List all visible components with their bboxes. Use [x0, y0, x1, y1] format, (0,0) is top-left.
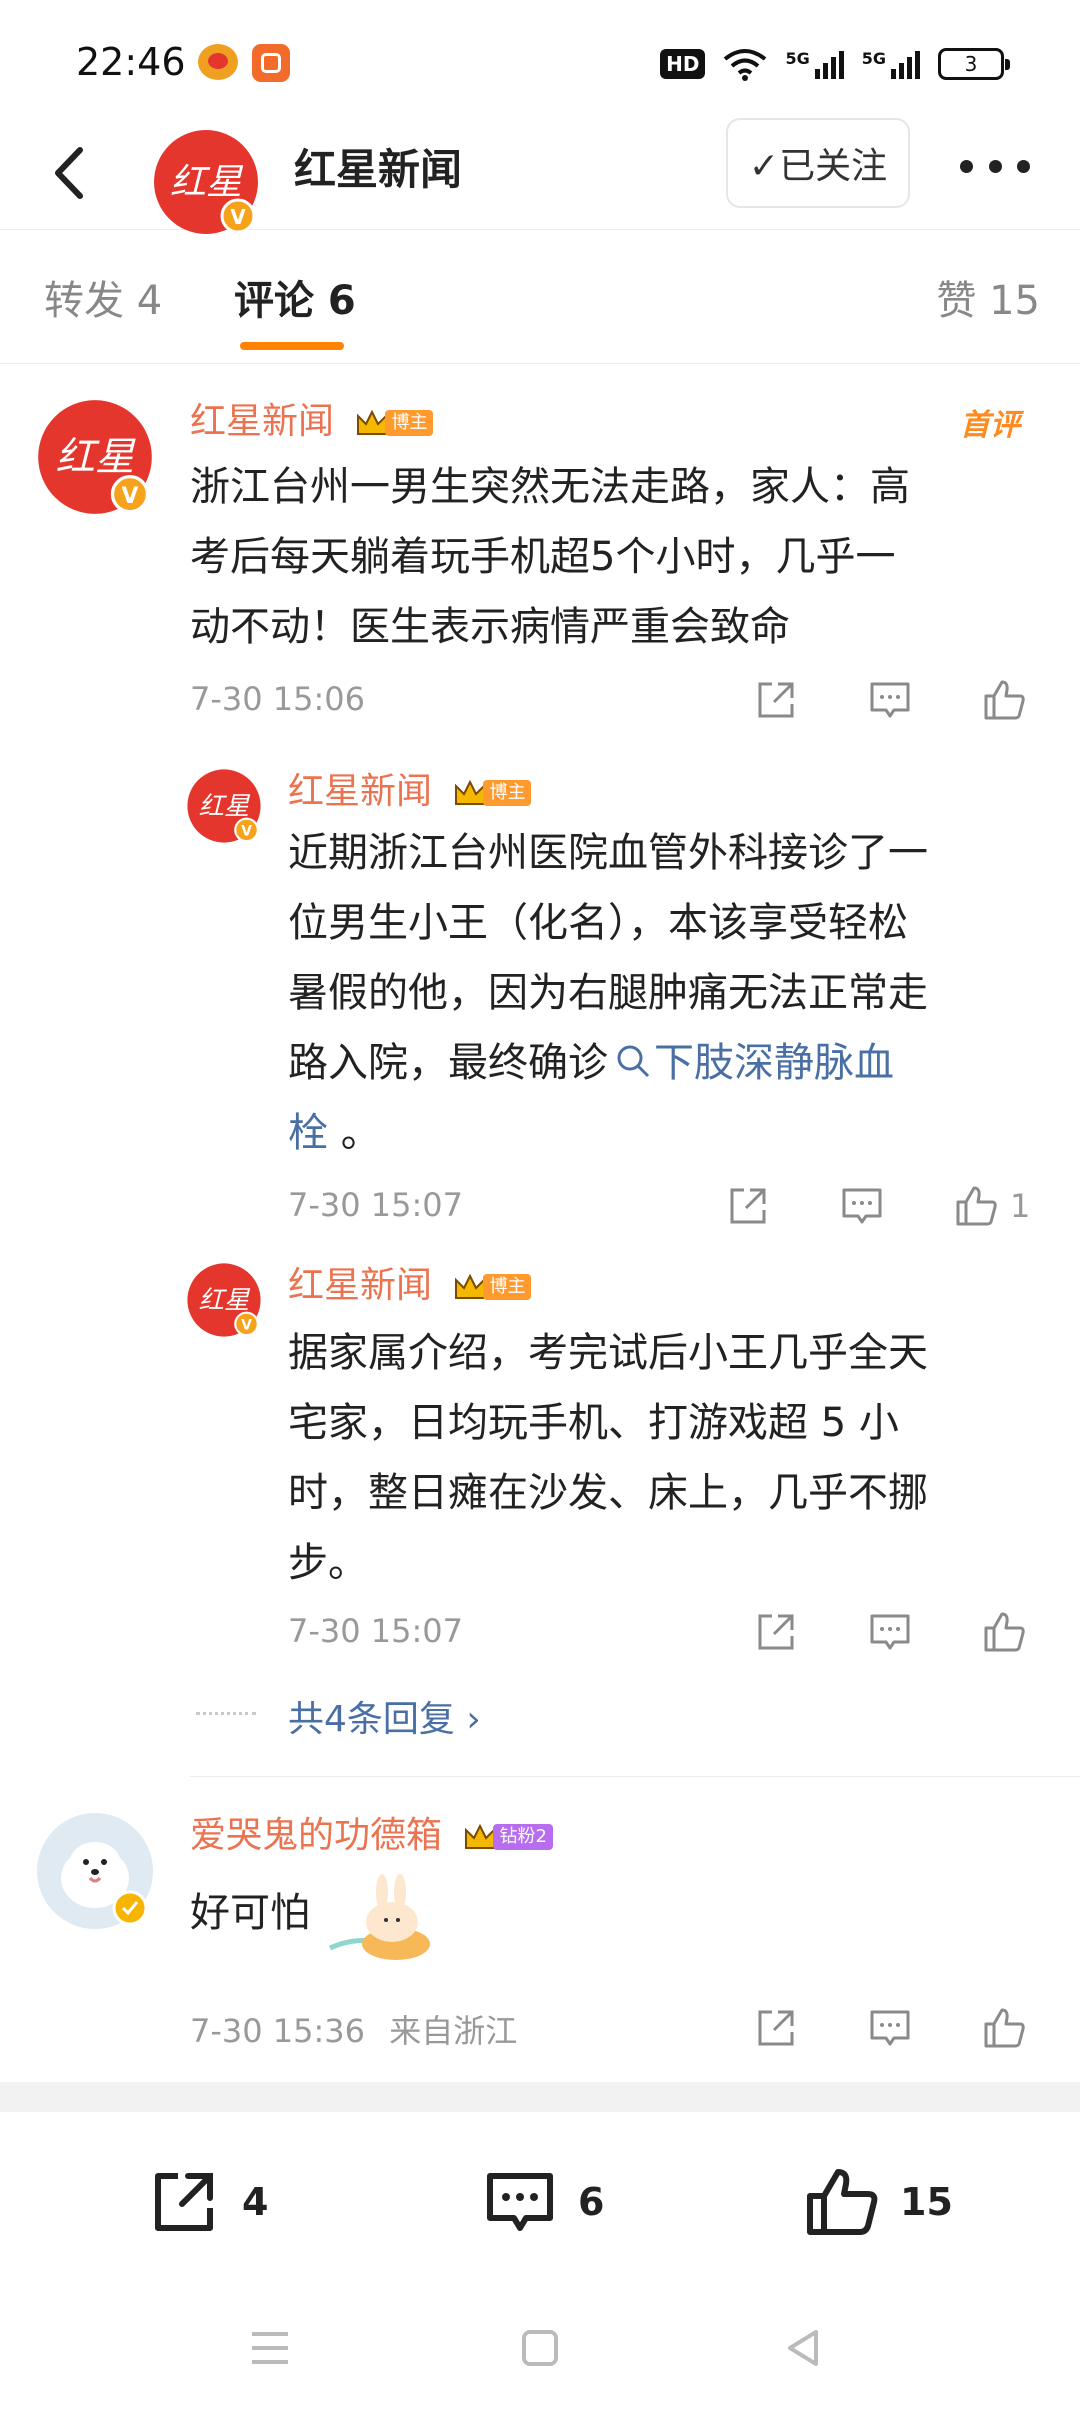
more-replies-link[interactable]: 共4条回复 ›	[288, 1690, 481, 1742]
repost-button[interactable]: 4	[144, 2162, 268, 2242]
crown-icon	[455, 1273, 486, 1299]
bottom-action-bar: 4 6 15	[0, 2112, 1080, 2282]
avatar[interactable]: 红星 V	[186, 1262, 262, 1338]
reply-actions: 1	[722, 1180, 1030, 1232]
back-icon[interactable]	[40, 138, 100, 208]
active-tab-indicator	[240, 342, 344, 350]
reply-time: 7-30 15:07	[288, 1186, 464, 1224]
comment-meta: 7-30 15:36 来自浙江	[190, 2012, 518, 2050]
menu-icon[interactable]	[248, 2326, 292, 2370]
search-icon	[617, 1045, 650, 1078]
home-icon[interactable]	[518, 2326, 562, 2370]
comment-username[interactable]: 红星新闻 博主	[190, 400, 434, 444]
crown-icon	[455, 779, 486, 805]
like-icon[interactable]	[978, 2002, 1030, 2054]
like-icon[interactable]	[950, 1180, 1002, 1232]
back-nav-icon[interactable]	[782, 2326, 826, 2370]
like-icon[interactable]	[978, 1606, 1030, 1658]
fan-badge: 博主	[453, 777, 532, 809]
svg-text:V: V	[122, 484, 139, 509]
bunny-sticker-icon	[328, 1874, 430, 1960]
crown-icon	[357, 409, 388, 435]
follow-button[interactable]: ✓已关注	[726, 118, 910, 208]
comment-button[interactable]: 6	[480, 2162, 604, 2242]
comment-text: 浙江台州一男生突然无法走路，家人：高 考后每天躺着玩手机超5个小时，几乎一 动不…	[190, 464, 910, 650]
crown-icon	[465, 1823, 496, 1849]
tab-repost[interactable]: 转发 4	[44, 268, 162, 326]
signal-icon-2: 5G	[862, 49, 920, 79]
hd-icon: HD	[660, 49, 706, 79]
fan-badge: 博主	[453, 1271, 532, 1303]
reply-text: 据家属介绍，考完试后小王几乎全天 宅家，日均玩手机、打游戏超 5 小 时，整日瘫…	[288, 1330, 928, 1586]
comment-text: 好可怕	[190, 1890, 310, 1936]
svg-text:V: V	[230, 205, 246, 229]
comment-count: 6	[578, 2180, 605, 2224]
svg-text:红星: 红星	[170, 162, 244, 203]
share-icon[interactable]	[750, 2002, 802, 2054]
reply-divider-dots	[196, 1712, 256, 1715]
notification-app-icon	[252, 44, 290, 82]
reply-text: 近期浙江台州医院血管外科接诊了一 位男生小王（化名），本该享受轻松 暑假的他，因…	[288, 830, 928, 1156]
first-comment-label: 首评	[960, 408, 1020, 443]
reply-actions	[750, 1606, 1030, 1658]
status-bar: 22:46 HD 5G 5G 3	[0, 0, 1080, 118]
like-count: 15	[900, 2180, 953, 2224]
svg-text:红星: 红星	[199, 790, 251, 820]
weibo-app-icon	[198, 44, 238, 80]
comment-time: 7-30 15:06	[190, 680, 366, 718]
comment-actions	[750, 674, 1030, 726]
status-indicators: HD 5G 5G 3	[660, 44, 1010, 84]
svg-text:红星: 红星	[199, 1284, 251, 1314]
svg-text:红星: 红星	[56, 434, 136, 480]
tab-comment[interactable]: 评论 6	[234, 268, 356, 326]
top-header: 红星 V 红星新闻 ✓已关注	[0, 118, 1080, 234]
avatar[interactable]: 红星 V	[186, 768, 262, 844]
topic-link[interactable]: 下肢深静脉血	[608, 1040, 894, 1086]
avatar[interactable]: 红星 V	[36, 398, 154, 516]
like-group: 1	[950, 1180, 1030, 1232]
share-icon[interactable]	[750, 1606, 802, 1658]
comment-actions	[750, 2002, 1030, 2054]
tab-bar: 转发 4 评论 6 赞 15	[0, 230, 1080, 364]
avatar[interactable]: 红星 V	[152, 128, 260, 236]
like-icon[interactable]	[978, 674, 1030, 726]
fan-badge: 博主	[355, 407, 434, 439]
reply-username[interactable]: 红星新闻 博主	[288, 770, 532, 814]
like-button[interactable]: 15	[802, 2162, 953, 2242]
comment-icon[interactable]	[864, 674, 916, 726]
svg-text:V: V	[241, 1318, 252, 1334]
reply-time: 7-30 15:07	[288, 1612, 464, 1650]
tab-like[interactable]: 赞 15	[936, 268, 1040, 326]
battery-icon: 3	[938, 48, 1010, 80]
share-icon	[155, 2173, 213, 2231]
status-time: 22:46	[76, 40, 186, 84]
system-nav-bar	[0, 2282, 1080, 2414]
like-count: 1	[1010, 1187, 1031, 1225]
page-title: 红星新闻	[294, 145, 463, 194]
topic-link-cont[interactable]: 栓	[288, 1110, 328, 1156]
more-icon[interactable]	[960, 146, 1030, 186]
fan-badge: 钻粉2	[463, 1821, 553, 1853]
avatar[interactable]	[36, 1812, 154, 1930]
comment-icon[interactable]	[836, 1180, 888, 1232]
share-icon[interactable]	[750, 674, 802, 726]
wifi-icon	[724, 49, 767, 81]
section-divider	[0, 2082, 1080, 2112]
comment-separator	[190, 1776, 1080, 1777]
comment-icon[interactable]	[864, 2002, 916, 2054]
share-icon[interactable]	[722, 1180, 774, 1232]
follow-label: ✓已关注	[748, 146, 888, 187]
signal-icon-1: 5G	[785, 49, 844, 79]
like-icon	[807, 2169, 878, 2235]
repost-count: 4	[242, 2180, 269, 2224]
comment-icon	[487, 2173, 553, 2231]
comment-icon[interactable]	[864, 1606, 916, 1658]
svg-text:V: V	[241, 824, 252, 840]
reply-username[interactable]: 红星新闻 博主	[288, 1264, 532, 1308]
